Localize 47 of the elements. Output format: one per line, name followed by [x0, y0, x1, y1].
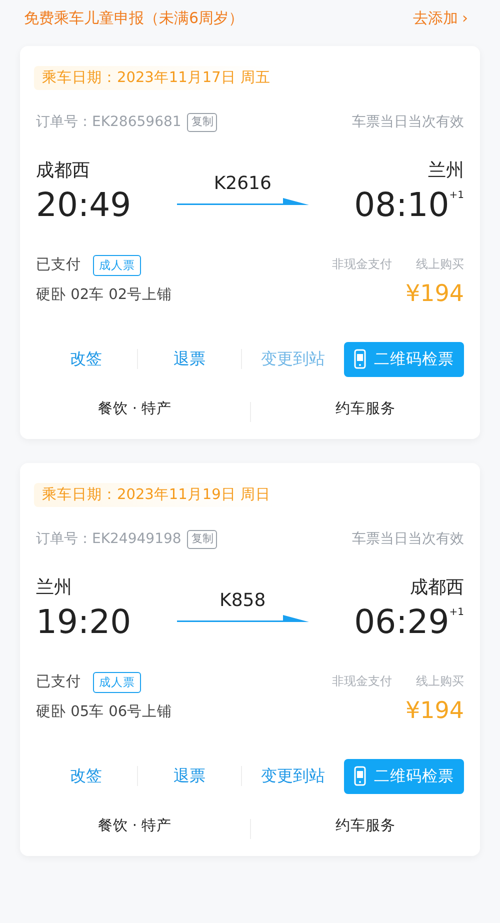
- price: ¥194: [404, 280, 464, 309]
- action-button[interactable]: 退票: [139, 341, 240, 378]
- arrival-station: 成都西: [409, 576, 464, 600]
- add-link[interactable]: 去添加 ›: [413, 6, 468, 30]
- ticket-type-tag: 成人票: [93, 255, 141, 276]
- payment-method: 非现金支付: [332, 256, 392, 273]
- arrival-time: 06:29: [354, 604, 450, 638]
- departure-station: 兰州: [36, 576, 73, 600]
- action-button[interactable]: 改签: [36, 341, 136, 378]
- order-number: 订单号：EK28659681: [36, 112, 182, 132]
- train-number: K858: [220, 589, 266, 614]
- seat-info: 硬卧 02车 02号上铺: [36, 286, 172, 304]
- action-button[interactable]: 退票: [139, 758, 240, 794]
- arrival-station: 兰州: [427, 158, 464, 183]
- payment-method: 非现金支付: [332, 672, 392, 690]
- purchase-channel: 线上购买: [416, 256, 464, 273]
- action-button[interactable]: 变更到站: [242, 758, 343, 794]
- service-link[interactable]: 餐饮 · 特产: [20, 385, 250, 439]
- payment-status: 已支付: [36, 672, 81, 692]
- service-link[interactable]: 约车服务: [250, 385, 480, 439]
- copy-button[interactable]: 复制: [187, 530, 218, 548]
- departure-time: 20:49: [36, 188, 132, 221]
- purchase-channel: 线上购买: [416, 672, 464, 690]
- day-offset: +1: [449, 188, 464, 203]
- service-link[interactable]: 餐饮 · 特产: [20, 802, 250, 856]
- payment-status: 已支付: [36, 256, 81, 275]
- arrival-time: 08:10: [354, 188, 450, 221]
- train-number: K2616: [214, 172, 272, 196]
- order-number: 订单号：EK24949198: [36, 530, 182, 549]
- phone-icon: [354, 349, 366, 370]
- arrow-icon: [176, 197, 309, 208]
- seat-info: 硬卧 05车 06号上铺: [36, 702, 172, 722]
- price: ¥194: [404, 696, 464, 726]
- ticket-type-tag: 成人票: [93, 672, 141, 694]
- qr-check-button[interactable]: 二维码检票: [344, 342, 464, 377]
- service-link[interactable]: 约车服务: [250, 802, 480, 856]
- qr-check-button[interactable]: 二维码检票: [344, 758, 464, 794]
- departure-time: 19:20: [36, 604, 132, 638]
- validity-note: 车票当日当次有效: [352, 530, 464, 549]
- validity-note: 车票当日当次有效: [352, 112, 464, 132]
- banner-text: 免费乘车儿童申报（未满6周岁）: [24, 8, 244, 29]
- departure-station: 成都西: [36, 158, 91, 183]
- arrow-icon: [176, 614, 309, 624]
- phone-icon: [354, 766, 366, 786]
- day-offset: +1: [449, 606, 464, 620]
- action-button[interactable]: 改签: [36, 758, 136, 794]
- copy-button[interactable]: 复制: [187, 113, 218, 132]
